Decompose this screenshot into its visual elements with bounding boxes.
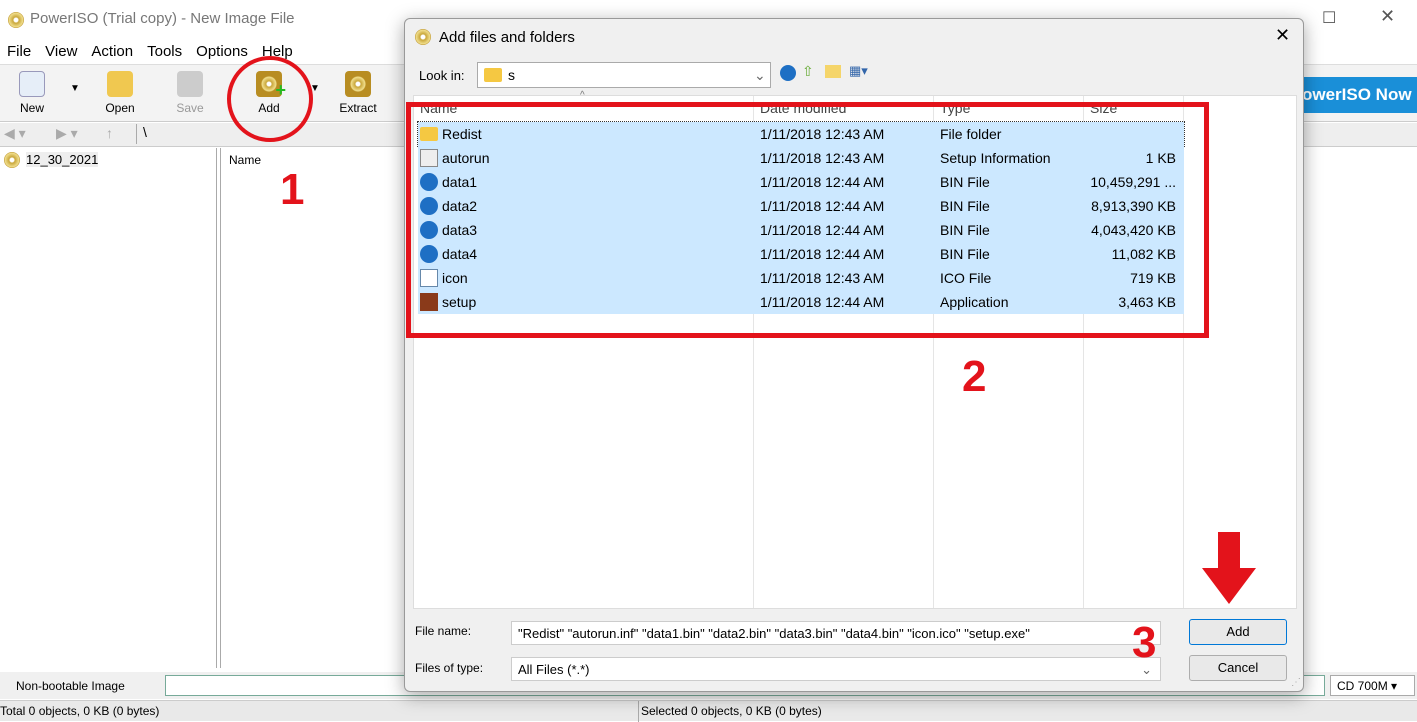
selected-status: Selected 0 objects, 0 KB (0 bytes)	[638, 701, 824, 722]
look-in-select[interactable]: s ⌄	[477, 62, 771, 88]
file-type-label: Files of type:	[415, 661, 484, 675]
back-icon[interactable]: ◀ ▾	[4, 125, 26, 142]
file-name-input[interactable]: "Redist" "autorun.inf" "data1.bin" "data…	[511, 621, 1161, 645]
view-menu-icon[interactable]: ▦▾	[849, 63, 868, 79]
maximize-button[interactable]: ☐	[1322, 8, 1336, 28]
file-name-label: File name:	[415, 624, 472, 638]
new-folder-icon[interactable]	[825, 65, 841, 78]
annotation-step-2: 2	[962, 352, 987, 401]
up-folder-icon[interactable]: ⇧	[802, 63, 814, 80]
dialog-title: Add files and folders	[439, 29, 575, 46]
open-folder-icon	[107, 71, 133, 97]
total-status: Total 0 objects, 0 KB (0 bytes)	[0, 704, 160, 718]
save-label: Save	[176, 101, 204, 115]
new-dropdown-icon[interactable]: ▼	[70, 83, 80, 94]
menu-action[interactable]: Action	[84, 40, 140, 64]
annotation-step-1: 1	[280, 165, 305, 214]
menu-view[interactable]: View	[38, 40, 84, 64]
buy-poweriso-button[interactable]: owerISO Now	[1300, 77, 1417, 113]
new-label: New	[19, 101, 44, 115]
save-icon	[177, 71, 203, 97]
dialog-icon	[415, 29, 431, 45]
menu-file[interactable]: File	[0, 40, 38, 64]
resize-grip[interactable]: ⋰	[1291, 677, 1301, 688]
media-value: CD 700M	[1337, 679, 1388, 693]
look-in-value: s	[508, 67, 515, 83]
column-name[interactable]: Name	[229, 153, 261, 167]
save-button[interactable]: Save	[160, 71, 220, 115]
menu-tools[interactable]: Tools	[140, 40, 189, 64]
add-button[interactable]: Add	[1189, 619, 1287, 645]
window-title: PowerISO (Trial copy) - New Image File	[30, 10, 295, 27]
folder-tree: 12_30_2021	[0, 148, 217, 668]
file-type-value: All Files (*.*)	[518, 662, 590, 677]
annotation-step-3: 3	[1132, 618, 1157, 667]
forward-icon[interactable]: ▶ ▾	[56, 125, 78, 142]
annotation-rectangle	[406, 102, 1209, 338]
app-icon	[8, 12, 24, 28]
open-button[interactable]: Open	[90, 71, 150, 115]
extract-button[interactable]: Extract	[328, 71, 388, 115]
status-bar-bottom: Total 0 objects, 0 KB (0 bytes) Selected…	[0, 700, 1417, 722]
extract-icon	[345, 71, 371, 97]
open-label: Open	[105, 101, 135, 115]
annotation-arrow-down-icon	[1202, 532, 1256, 604]
new-icon	[19, 71, 45, 97]
tree-item-root[interactable]: 12_30_2021	[26, 152, 99, 167]
disc-icon	[4, 152, 20, 168]
cancel-button[interactable]: Cancel	[1189, 655, 1287, 681]
close-window-button[interactable]: ✕	[1380, 6, 1395, 27]
new-button[interactable]: New	[2, 71, 62, 115]
file-type-select[interactable]: All Files (*.*) ⌄	[511, 657, 1161, 681]
media-select[interactable]: CD 700M ▾	[1330, 675, 1415, 696]
extract-label: Extract	[339, 101, 377, 115]
boot-status: Non-bootable Image	[16, 679, 125, 693]
up-icon[interactable]: ↑	[106, 125, 113, 141]
sort-arrow-icon: ^	[580, 90, 585, 101]
annotation-circle	[227, 56, 313, 142]
look-in-label: Look in:	[419, 68, 465, 83]
dialog-close-button[interactable]: ✕	[1275, 25, 1290, 46]
folder-icon	[484, 68, 502, 82]
menu-options[interactable]: Options	[189, 40, 255, 64]
back-icon[interactable]	[780, 65, 796, 81]
chevron-down-icon: ⌄	[754, 67, 766, 83]
